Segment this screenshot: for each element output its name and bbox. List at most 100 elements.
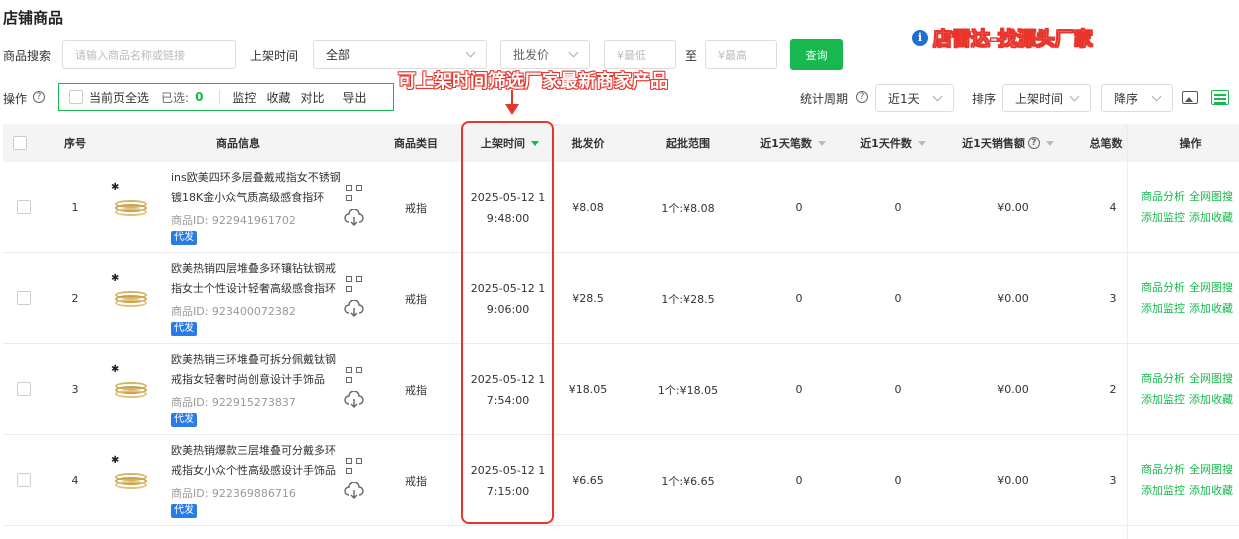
product-name[interactable]: ins欧美四环多层叠戴戒指女不锈钢镀18K金小众气质高级感食指环 [171,168,341,208]
period-select[interactable]: 近1天 [875,84,954,112]
help-icon[interactable]: ? [856,91,868,103]
col-actions: 操作 [1179,137,1202,150]
product-name[interactable]: 欧美热销三环堆叠可拆分佩戴钛钢戒指女轻奢时尚创意设计手饰品 [171,350,341,390]
product-image[interactable]: ✱ [111,364,155,408]
qr-code-icon[interactable] [346,276,362,292]
time-select[interactable]: 全部 [313,40,487,69]
selected-label: 已选: [161,90,190,105]
table-row[interactable]: 1 ✱ ins欧美四环多层叠戴戒指女不锈钢镀18K金小众气质高级感食指环 商品I… [3,162,1239,253]
add-monitor-link[interactable]: 添加监控 [1141,393,1185,406]
row-actions: 商品分析 全网图搜 添加监控 添加收藏 [1141,186,1239,228]
table-row[interactable]: 3 ✱ 欧美热销三环堆叠可拆分佩戴钛钢戒指女轻奢时尚创意设计手饰品 商品ID: … [3,344,1239,435]
query-button[interactable]: 查询 [790,39,843,70]
sort-select[interactable]: 上架时间 [1002,84,1091,112]
image-search-link[interactable]: 全网图搜 [1189,190,1233,203]
total-orders: 2 [1109,383,1117,396]
image-search-link[interactable]: 全网图搜 [1189,463,1233,476]
list-view-icon[interactable] [1211,90,1229,105]
cloud-download-icon[interactable] [344,208,364,227]
to-label: 至 [685,49,698,63]
add-monitor-link[interactable]: 添加监控 [1141,484,1185,497]
price-type-select[interactable]: 批发价 [500,40,590,69]
product-category: 戒指 [405,292,427,306]
product-image[interactable]: ✱ [111,182,155,226]
help-icon[interactable]: ? [33,91,45,103]
analyze-link[interactable]: 商品分析 [1141,281,1185,294]
add-favorite-link[interactable]: 添加收藏 [1189,393,1233,406]
favorite-button[interactable]: 收藏 [266,89,290,106]
select-page-label[interactable]: 当前页全选 [89,89,149,106]
day-orders: 0 [795,201,803,214]
sort-icon [917,140,926,146]
cloud-download-icon[interactable] [344,481,364,500]
batch-range: 1个:¥18.05 [657,383,719,397]
col-sales[interactable]: 近1天销售额 ? [953,124,1063,162]
image-search-link[interactable]: 全网图搜 [1189,281,1233,294]
sort-label: 排序 [972,92,997,106]
row-checkbox[interactable] [16,472,32,488]
image-view-icon[interactable] [1182,91,1198,104]
col-orders[interactable]: 近1天笔数 [753,124,833,162]
compare-button[interactable]: 对比 [300,89,324,106]
product-id: 商品ID: 922915273837 [171,396,296,409]
sort-select-value: 上架时间 [1015,91,1064,106]
col-price: 批发价 [571,137,605,150]
add-favorite-link[interactable]: 添加收藏 [1189,302,1233,315]
max-price-input[interactable]: ¥最高 [705,40,777,69]
help-icon[interactable]: ? [1027,137,1040,149]
analyze-link[interactable]: 商品分析 [1141,190,1185,203]
day-pieces: 0 [894,474,902,487]
product-image[interactable]: ✱ [111,273,155,317]
wholesale-price: ¥8.08 [572,201,604,214]
divider [219,90,221,104]
col-category: 商品类目 [394,137,438,150]
sort-icon [817,140,826,146]
row-index: 3 [71,383,79,396]
dropship-badge: 代发 [171,413,197,427]
image-search-link[interactable]: 全网图搜 [1189,372,1233,385]
cloud-download-icon[interactable] [344,390,364,409]
order-select[interactable]: 降序 [1101,84,1173,112]
search-input[interactable]: 请输入商品名称或链接 [62,40,236,69]
qr-code-icon[interactable] [346,458,362,474]
day-orders: 0 [795,474,803,487]
min-price-input[interactable]: ¥最低 [604,40,676,69]
row-checkbox[interactable] [16,199,32,215]
dropship-badge: 代发 [171,231,197,245]
table-row[interactable]: 4 ✱ 欧美热销爆款三层堆叠可分戴多环戒指女小众个性高级感设计手饰品 商品ID:… [3,435,1239,526]
add-favorite-link[interactable]: 添加收藏 [1189,484,1233,497]
add-monitor-link[interactable]: 添加监控 [1141,211,1185,224]
ops-label: 操作 [3,92,28,106]
product-image[interactable]: ✱ [111,455,155,499]
wholesale-price: ¥18.05 [568,383,608,396]
col-pieces[interactable]: 近1天件数 [853,124,933,162]
export-button[interactable]: 导出 [342,89,366,106]
day-sales: ¥0.00 [997,201,1029,214]
col-pieces-label: 近1天件数 [860,137,912,150]
qr-code-icon[interactable] [346,367,362,383]
order-select-value: 降序 [1114,91,1139,106]
add-favorite-link[interactable]: 添加收藏 [1189,211,1233,224]
row-actions: 商品分析 全网图搜 添加监控 添加收藏 [1141,459,1239,501]
row-checkbox[interactable] [16,290,32,306]
product-name[interactable]: 欧美热销四层堆叠多环镶钻钛钢戒指女士个性设计轻奢高级感食指环 [171,259,341,299]
monitor-button[interactable]: 监控 [232,89,256,106]
day-orders: 0 [795,383,803,396]
add-monitor-link[interactable]: 添加监控 [1141,302,1185,315]
total-orders: 3 [1109,474,1117,487]
analyze-link[interactable]: 商品分析 [1141,463,1185,476]
analyze-link[interactable]: 商品分析 [1141,372,1185,385]
search-label: 商品搜索 [3,49,52,63]
row-index: 1 [71,201,79,214]
qr-code-icon[interactable] [346,185,362,201]
row-checkbox[interactable] [16,381,32,397]
day-orders: 0 [795,292,803,305]
header-checkbox[interactable] [12,124,28,162]
arrow-down-icon [505,104,519,115]
table-row[interactable]: 2 ✱ 欧美热销四层堆叠多环镶钻钛钢戒指女士个性设计轻奢高级感食指环 商品ID:… [3,253,1239,344]
select-page-checkbox[interactable] [69,90,83,104]
day-sales: ¥0.00 [997,474,1029,487]
chevron-down-icon [568,47,579,58]
product-name[interactable]: 欧美热销爆款三层堆叠可分戴多环戒指女小众个性高级感设计手饰品 [171,441,341,481]
cloud-download-icon[interactable] [344,299,364,318]
